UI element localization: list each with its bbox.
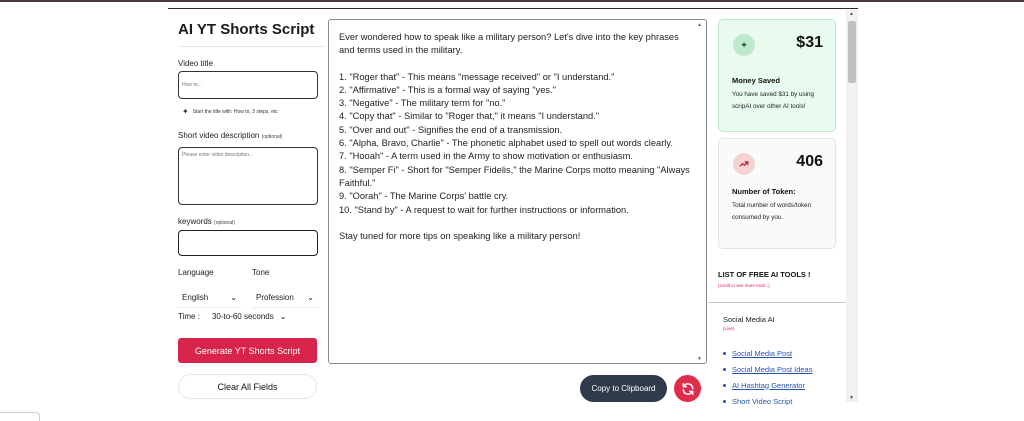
tool-link-label: AI Hashtag Generator [732, 380, 805, 390]
script-line: 2. "Affirmative" - This is a formal way … [339, 84, 556, 95]
sparkle-icon: ✦ [733, 34, 755, 56]
script-line: Stay tuned for more tips on speaking lik… [339, 230, 581, 241]
tool-link-label: Short Video Script [732, 396, 793, 406]
tool-link[interactable]: Short Video Script [723, 393, 812, 405]
tool-link[interactable]: Social Media Post [723, 345, 812, 361]
language-label: Language [178, 268, 214, 277]
refresh-icon [682, 382, 693, 395]
video-title-label: Video title [178, 59, 213, 68]
tone-label: Tone [252, 268, 270, 277]
script-line: 5. "Over and out" - Signifies the end of… [339, 124, 563, 135]
scroll-up-icon[interactable]: ▲ [697, 22, 702, 28]
time-row: Time : 30-to-60 seconds ⌄ [178, 312, 286, 321]
video-title-input[interactable] [178, 71, 318, 99]
keywords-label-text: keywords [178, 217, 212, 226]
script-line: 3. "Negative" - The military term for "n… [339, 98, 506, 109]
keywords-input[interactable] [178, 230, 318, 256]
bullet-icon [723, 351, 726, 355]
trend-up-icon [733, 153, 755, 175]
chevron-down-icon: ⌄ [230, 293, 237, 302]
sidebar-divider [708, 302, 848, 303]
title-hint: ✦ Start the title with: How to, 3 steps,… [182, 107, 278, 116]
free-tools-subtitle: (scroll to see more tools ;) [718, 283, 770, 288]
sparkle-icon: ✦ [182, 107, 189, 116]
time-label: Time : [178, 312, 200, 321]
tool-link-label: Social Media Post Ideas [732, 364, 813, 374]
stats-sidebar: ✦ $31 Money Saved You have saved $31 by … [708, 10, 858, 405]
description-label: Short video description (optional) [178, 131, 282, 140]
page-title: AI YT Shorts Script [178, 21, 315, 38]
scroll-down-icon[interactable]: ▼ [697, 356, 702, 362]
title-divider [178, 46, 326, 47]
scroll-down-icon[interactable]: ▼ [849, 395, 854, 401]
content-top-rule [168, 8, 858, 9]
script-line: 6. "Alpha, Bravo, Charlie" - The phoneti… [339, 138, 673, 149]
tool-link[interactable]: AI Hashtag Generator [723, 377, 812, 393]
script-line: 4. "Copy that" - Similar to "Roger that,… [339, 111, 600, 122]
keywords-optional: (optional) [214, 220, 235, 226]
time-value: 30-to-60 seconds [211, 312, 274, 321]
money-saved-value: $31 [796, 34, 823, 51]
script-line: 10. "Stand by" - A request to wait for f… [339, 204, 629, 215]
category-status: (Live) [723, 326, 735, 331]
description-input[interactable] [178, 147, 318, 205]
scrollbar-thumb[interactable] [848, 21, 856, 83]
sidebar-scrollbar[interactable]: ▲ ▼ [846, 10, 858, 402]
description-optional: (optional) [261, 134, 283, 140]
script-form: AI YT Shorts Script Video title ✦ Start … [168, 10, 328, 410]
script-line: 8. "Semper Fi" - Short for "Semper Fidel… [339, 164, 690, 188]
money-saved-card: ✦ $31 Money Saved You have saved $31 by … [718, 19, 836, 132]
tool-link[interactable]: Social Media Post Ideas [723, 361, 812, 377]
copy-to-clipboard-button[interactable]: Copy to Clipboard [580, 375, 667, 402]
category-title: Social Media AI [723, 315, 775, 324]
script-line: 1. "Roger that" - This means "message re… [339, 71, 615, 82]
description-label-text: Short video description [178, 131, 260, 140]
title-hint-text: Start the title with: How to, 3 steps, e… [192, 108, 278, 115]
time-select[interactable]: 30-to-60 seconds ⌄ [212, 312, 287, 321]
script-output[interactable]: Ever wondered how to speak like a milita… [328, 19, 707, 364]
token-count-desc: Total number of words/token consumed by … [732, 202, 812, 221]
language-value: English [182, 293, 209, 302]
tool-link-label: Social Media Post [732, 348, 793, 358]
bullet-icon [723, 383, 726, 387]
script-line: 7. "Hooah" - A term used in the Army to … [339, 151, 633, 162]
chevron-down-icon: ⌄ [307, 293, 314, 302]
money-saved-desc: You have saved $31 by using scripAI over… [732, 91, 815, 110]
free-tools-title: LIST OF FREE AI TOOLS ! [718, 270, 811, 279]
output-scrollbar[interactable]: ▲ ▼ [695, 22, 705, 362]
language-select[interactable]: English ⌄ [178, 288, 241, 308]
chevron-down-icon: ⌄ [279, 312, 287, 321]
clear-all-button[interactable]: Clear All Fields [178, 374, 317, 399]
token-count-title: Number of Token: [732, 187, 796, 196]
bullet-icon [723, 399, 726, 403]
corner-tab [0, 412, 40, 421]
tone-select[interactable]: Profession ⌄ [252, 288, 318, 308]
generate-button[interactable]: Generate YT Shorts Script [178, 338, 317, 363]
money-saved-title: Money Saved [732, 76, 780, 85]
scroll-up-icon[interactable]: ▲ [849, 11, 854, 17]
tone-value: Profession [256, 293, 294, 302]
keywords-label: keywords (optional) [178, 217, 235, 226]
token-count-value: 406 [796, 153, 823, 170]
tool-list: Social Media Post Social Media Post Ideas… [723, 345, 812, 405]
script-line: Ever wondered how to speak like a milita… [339, 32, 679, 56]
script-line: 9. "Oorah" - The Marine Corps' battle cr… [339, 191, 509, 202]
window-top-border [0, 0, 1024, 2]
refresh-button[interactable] [674, 375, 701, 402]
bullet-icon [723, 367, 726, 371]
token-count-card: 406 Number of Token: Total number of wor… [718, 138, 836, 249]
